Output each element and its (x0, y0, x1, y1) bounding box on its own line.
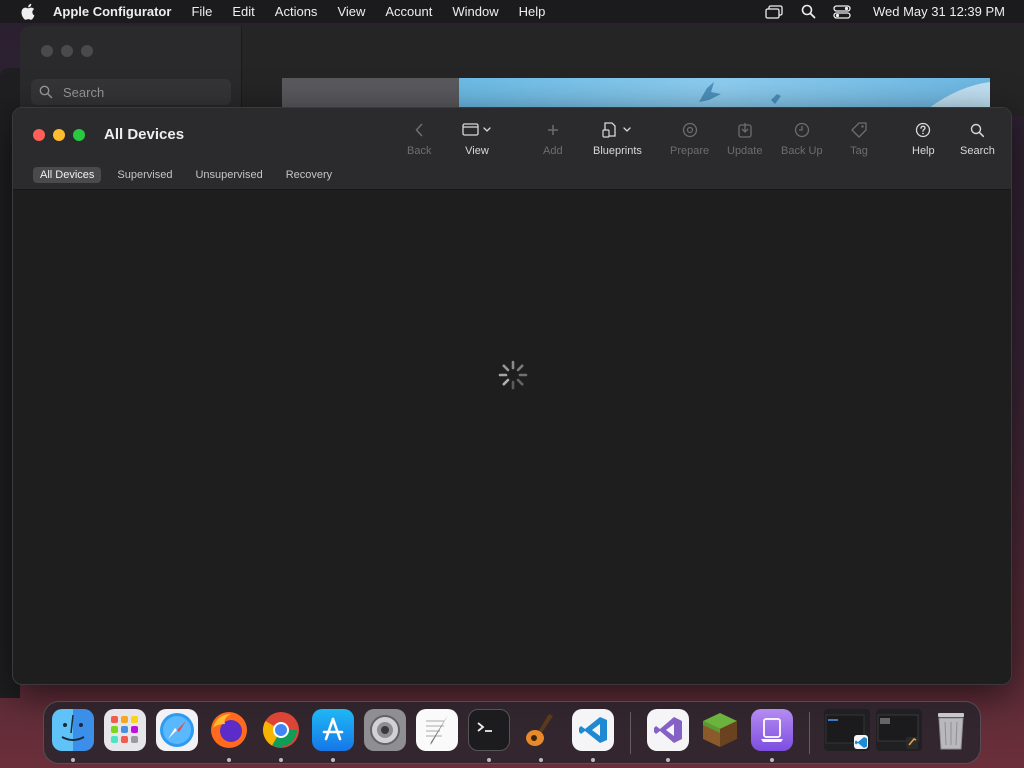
update-button[interactable]: Update (727, 120, 762, 157)
garageband-icon[interactable] (520, 709, 562, 751)
spotlight-search-icon[interactable] (797, 4, 819, 20)
background-panel-gray (282, 78, 460, 108)
chrome-icon[interactable] (260, 709, 302, 751)
apple-configurator-running-indicator (770, 758, 774, 762)
update-download-icon (737, 120, 753, 140)
menu-file[interactable]: File (181, 4, 222, 19)
prepare-label: Prepare (670, 145, 710, 157)
prepare-gear-icon (682, 120, 698, 140)
terminal-window-thumbnail-icon[interactable] (876, 709, 922, 751)
prepare-button[interactable]: Prepare (670, 120, 709, 157)
minimize-button[interactable] (53, 129, 65, 141)
chevron-left-icon (414, 120, 424, 140)
scope-all-devices[interactable]: All Devices (33, 167, 102, 183)
tag-button[interactable]: Tag (850, 120, 868, 157)
app-store-running-indicator (331, 758, 335, 762)
screen-mirroring-icon[interactable] (763, 4, 785, 20)
menu-actions[interactable]: Actions (265, 4, 328, 19)
minecraft-icon[interactable] (699, 709, 741, 751)
question-mark-icon (915, 120, 931, 140)
window-toolbar: All Devices Back View Add Blueprints Pre… (13, 108, 1011, 190)
finder-running-indicator (71, 758, 75, 762)
backup-button[interactable]: Back Up (781, 120, 823, 157)
loading-spinner-icon (497, 359, 529, 391)
blueprint-device-icon (602, 120, 632, 140)
apple-configurator-window[interactable]: All Devices Back View Add Blueprints Pre… (12, 107, 1012, 685)
scope-supervised[interactable]: Supervised (110, 167, 179, 183)
search-icon (39, 85, 53, 99)
apple-logo-icon[interactable] (19, 3, 35, 20)
search-icon (970, 120, 985, 140)
background-wallpaper-preview (459, 78, 990, 108)
blueprints-label: Blueprints (593, 145, 642, 157)
visual-studio-icon[interactable] (647, 709, 689, 751)
blueprints-button[interactable]: Blueprints (593, 120, 642, 157)
backup-label: Back Up (781, 145, 823, 157)
scope-unsupervised[interactable]: Unsupervised (188, 167, 269, 183)
vscode-running-indicator (591, 758, 595, 762)
finder-icon[interactable] (52, 709, 94, 751)
back-label: Back (407, 145, 432, 157)
close-button[interactable] (33, 129, 45, 141)
menu-edit[interactable]: Edit (222, 4, 264, 19)
scope-recovery[interactable]: Recovery (279, 167, 339, 183)
menu-account[interactable]: Account (375, 4, 442, 19)
update-label: Update (727, 145, 763, 157)
plus-icon (547, 120, 559, 140)
background-search-field[interactable]: Search (31, 79, 231, 105)
view-label: View (465, 145, 489, 157)
menu-view[interactable]: View (327, 4, 375, 19)
menu-app-name[interactable]: Apple Configurator (53, 4, 181, 19)
visual-studio-running-indicator (666, 758, 670, 762)
app-store-icon[interactable] (312, 709, 354, 751)
textedit-icon[interactable] (416, 709, 458, 751)
device-filter-bar: All Devices Supervised Unsupervised Reco… (33, 166, 348, 184)
chrome-running-indicator (279, 758, 283, 762)
terminal-icon[interactable] (468, 709, 510, 751)
add-button[interactable]: Add (543, 120, 563, 157)
maximize-button[interactable] (73, 129, 85, 141)
view-button[interactable]: View (462, 120, 492, 157)
garageband-running-indicator (539, 758, 543, 762)
dock-separator (630, 712, 631, 754)
dock-separator (809, 712, 810, 754)
background-close-dot[interactable] (41, 45, 53, 57)
firefox-running-indicator (227, 758, 231, 762)
firefox-icon[interactable] (208, 709, 250, 751)
tag-label: Tag (850, 145, 868, 157)
control-center-icon[interactable] (831, 4, 853, 20)
vscode-icon[interactable] (572, 709, 614, 751)
help-label: Help (912, 145, 935, 157)
view-window-icon (462, 120, 492, 140)
background-maximize-dot[interactable] (81, 45, 93, 57)
terminal-running-indicator (487, 758, 491, 762)
apple-configurator-icon[interactable] (751, 709, 793, 751)
menu-help[interactable]: Help (509, 4, 556, 19)
safari-icon[interactable] (156, 709, 198, 751)
backup-clock-icon (794, 120, 810, 140)
trash-icon[interactable] (930, 709, 972, 751)
menu-bar: Apple Configurator File Edit Actions Vie… (0, 0, 1024, 23)
menu-clock[interactable]: Wed May 31 12:39 PM (859, 4, 1024, 19)
launchpad-icon[interactable] (104, 709, 146, 751)
vscode-window-thumbnail-icon[interactable] (824, 709, 870, 751)
back-button[interactable]: Back (407, 120, 431, 157)
search-button[interactable]: Search (960, 120, 995, 157)
background-search-placeholder: Search (63, 84, 105, 100)
background-minimize-dot[interactable] (61, 45, 73, 57)
system-settings-icon[interactable] (364, 709, 406, 751)
add-label: Add (543, 145, 563, 157)
tag-icon (850, 120, 868, 140)
search-label: Search (960, 145, 995, 157)
help-button[interactable]: Help (912, 120, 935, 157)
dock (43, 701, 981, 764)
menu-window[interactable]: Window (442, 4, 508, 19)
window-title: All Devices (104, 126, 185, 143)
